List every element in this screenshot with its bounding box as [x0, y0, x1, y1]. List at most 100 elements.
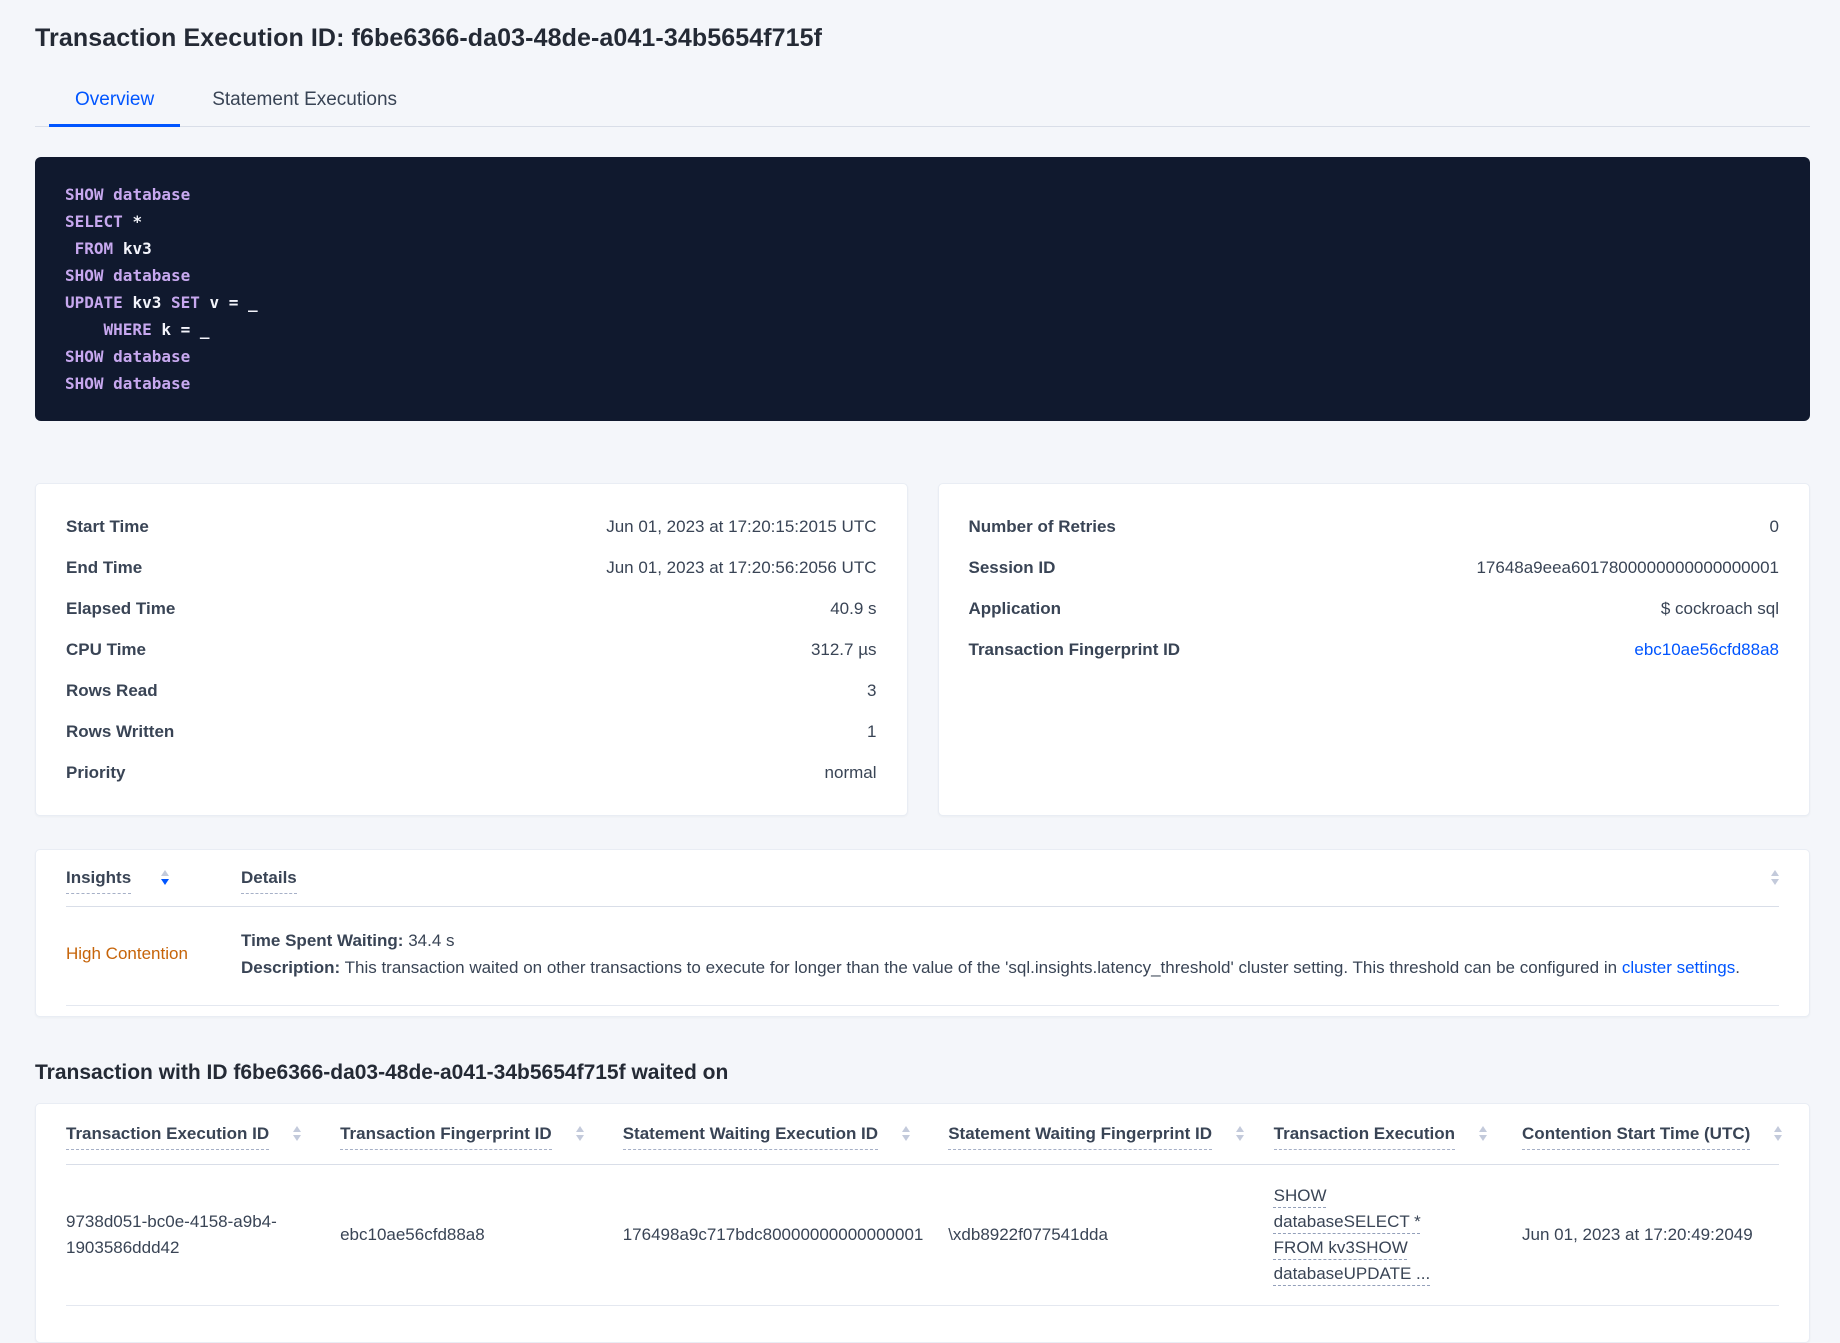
sql-keyword: database	[113, 347, 191, 366]
summary-value: 17648a9eea6017800000000000000001	[1476, 558, 1779, 577]
summary-card-right: Number of Retries 0 Session ID 17648a9eea60…	[937, 483, 1810, 816]
sort-icon[interactable]	[1774, 1126, 1783, 1141]
summary-value: 1	[867, 722, 877, 741]
time-spent-waiting: Time Spent Waiting: 34.4 s	[241, 927, 1779, 954]
summary-label: Priority	[66, 763, 126, 782]
sort-down-arrow-icon	[293, 1135, 302, 1141]
waiting-value: 34.4 s	[408, 931, 455, 950]
sort-down-arrow-icon	[902, 1135, 911, 1141]
sort-down-arrow-icon	[575, 1135, 584, 1141]
sql-keyword: SELECT	[65, 212, 133, 231]
column-header-label: Transaction Execution ID	[66, 1124, 270, 1150]
insight-row: High Contention Time Spent Waiting: 34.4…	[60, 907, 1785, 1005]
column-header[interactable]: Statement Waiting Fingerprint ID	[948, 1124, 1273, 1150]
row-divider	[66, 1305, 1779, 1306]
transaction-details-page: Transaction Execution ID: f6be6366-da03-…	[0, 0, 1840, 1343]
sql-text: kv3	[122, 239, 152, 258]
sql-line: UPDATE kv3 SET v = _	[65, 289, 1780, 316]
description-text: This transaction waited on other transac…	[344, 958, 1622, 977]
sql-keyword: SHOW	[65, 266, 114, 285]
sql-keyword: FROM	[74, 239, 123, 258]
summary-label: Start Time	[66, 517, 149, 536]
column-header-label: Transaction Execution	[1273, 1124, 1456, 1150]
waited-on-heading: Transaction with ID f6be6366-da03-48de-a…	[35, 1061, 729, 1084]
summary-row: Application $ cockroach sql	[969, 588, 1780, 629]
column-header-label: Transaction Fingerprint ID	[340, 1124, 552, 1150]
transaction-fingerprint-link[interactable]: ebc10ae56cfd88a8	[1634, 639, 1779, 660]
waited-on-table: Transaction Execution ID Transaction Fing…	[35, 1103, 1810, 1343]
cluster-settings-link[interactable]: cluster settings	[1622, 958, 1735, 977]
transaction-execution-id-cell: 9738d051-bc0e-4158-a9b4-1903586ddd42	[66, 1212, 277, 1257]
sort-up-arrow-icon	[1774, 1126, 1783, 1132]
details-column-header[interactable]: Details	[241, 868, 297, 894]
sort-down-arrow-icon	[1771, 879, 1779, 885]
tab-overview[interactable]: Overview	[49, 77, 181, 127]
row-divider	[66, 1005, 1779, 1006]
sort-up-arrow-icon	[293, 1126, 302, 1132]
summary-label: End Time	[66, 558, 143, 577]
column-header[interactable]: Transaction Execution ID	[66, 1124, 340, 1150]
statement-waiting-fingerprint-id-cell: \xdb8922f077541dda	[948, 1225, 1108, 1244]
sort-icon[interactable]	[1236, 1126, 1245, 1141]
summary-row: Start Time Jun 01, 2023 at 17:20:15:2015 …	[66, 506, 877, 547]
summary-label: Elapsed Time	[66, 599, 176, 618]
sql-line: SHOW database	[65, 262, 1780, 289]
summary-row: Session ID 17648a9eea60178000000000000000…	[969, 547, 1780, 588]
insights-column-header[interactable]: Insights	[66, 868, 132, 894]
sql-keyword: database	[113, 185, 191, 204]
insight-description: Description: This transaction waited on …	[241, 954, 1779, 981]
summary-value: 312.7 µs	[810, 640, 877, 659]
tab-statement-executions[interactable]: Statement Executions	[186, 77, 423, 127]
sort-up-arrow-icon	[1771, 870, 1779, 876]
sql-keyword: SHOW	[65, 185, 114, 204]
description-period: .	[1735, 958, 1740, 977]
sort-icon[interactable]	[1479, 1126, 1488, 1141]
sql-text: *	[132, 212, 143, 231]
summary-label: Number of Retries	[968, 517, 1116, 536]
sort-down-arrow-icon	[1479, 1135, 1488, 1141]
insight-type-label: High Contention	[66, 944, 188, 963]
transaction-execution-link[interactable]: SHOW databaseSELECT * FROM kv3SHOW datab…	[1274, 1183, 1464, 1287]
summary-label: CPU Time	[66, 640, 146, 659]
sql-keyword: UPDATE	[65, 293, 133, 312]
sort-icon[interactable]	[293, 1126, 302, 1141]
sort-icon[interactable]	[902, 1126, 911, 1141]
summary-card-left: Start Time Jun 01, 2023 at 17:20:15:2015 …	[35, 483, 908, 816]
column-header[interactable]: Transaction Execution	[1273, 1124, 1522, 1150]
sort-icon[interactable]	[575, 1126, 584, 1141]
description-label: Description:	[241, 958, 341, 977]
summary-row: CPU Time 312.7 µs	[66, 629, 877, 670]
column-header[interactable]: Statement Waiting Execution ID	[622, 1124, 948, 1150]
column-header[interactable]: Contention Start Time (UTC)	[1522, 1124, 1783, 1150]
sql-line: SHOW database	[65, 370, 1780, 397]
summary-label: Application	[968, 599, 1062, 618]
insights-table-header: Insights Details	[60, 850, 1785, 906]
sort-up-arrow-icon	[161, 870, 170, 876]
sql-statements-box: SHOW database SELECT * FROM kv3 SHOW datab…	[35, 157, 1810, 421]
summary-value: 40.9 s	[830, 599, 877, 618]
sort-up-arrow-icon	[902, 1126, 911, 1132]
sort-up-arrow-icon	[1236, 1126, 1245, 1132]
sql-keyword: SET	[170, 293, 210, 312]
sort-icon[interactable]	[1771, 870, 1779, 885]
column-header[interactable]: Transaction Fingerprint ID	[340, 1124, 623, 1150]
summary-label: Session ID	[968, 558, 1056, 577]
summary-value: $ cockroach sql	[1660, 599, 1779, 618]
statement-waiting-execution-id-cell: 176498a9c717bdc80000000000000001	[622, 1225, 924, 1244]
summary-row: Transaction Fingerprint ID ebc10ae56cfd88…	[969, 629, 1780, 670]
insights-table: Insights Details High Contention Time Sp…	[35, 849, 1810, 1017]
summary-row: Priority normal	[66, 752, 877, 793]
sort-down-arrow-icon	[1774, 1135, 1783, 1141]
contention-start-time-cell: Jun 01, 2023 at 17:20:49:2049	[1522, 1225, 1753, 1244]
summary-value: 3	[867, 681, 877, 700]
sort-icon[interactable]	[161, 870, 170, 885]
summary-value: Jun 01, 2023 at 17:20:56:2056 UTC	[606, 558, 877, 577]
sql-code: SHOW database SELECT * FROM kv3 SHOW datab…	[65, 181, 1780, 397]
summary-cards-row: Start Time Jun 01, 2023 at 17:20:15:2015 …	[35, 483, 1810, 816]
transaction-fingerprint-id-cell: ebc10ae56cfd88a8	[340, 1225, 485, 1244]
sql-keyword: SHOW	[65, 347, 114, 366]
sql-line: WHERE k = _	[65, 316, 1780, 343]
summary-label: Transaction Fingerprint ID	[968, 640, 1181, 659]
